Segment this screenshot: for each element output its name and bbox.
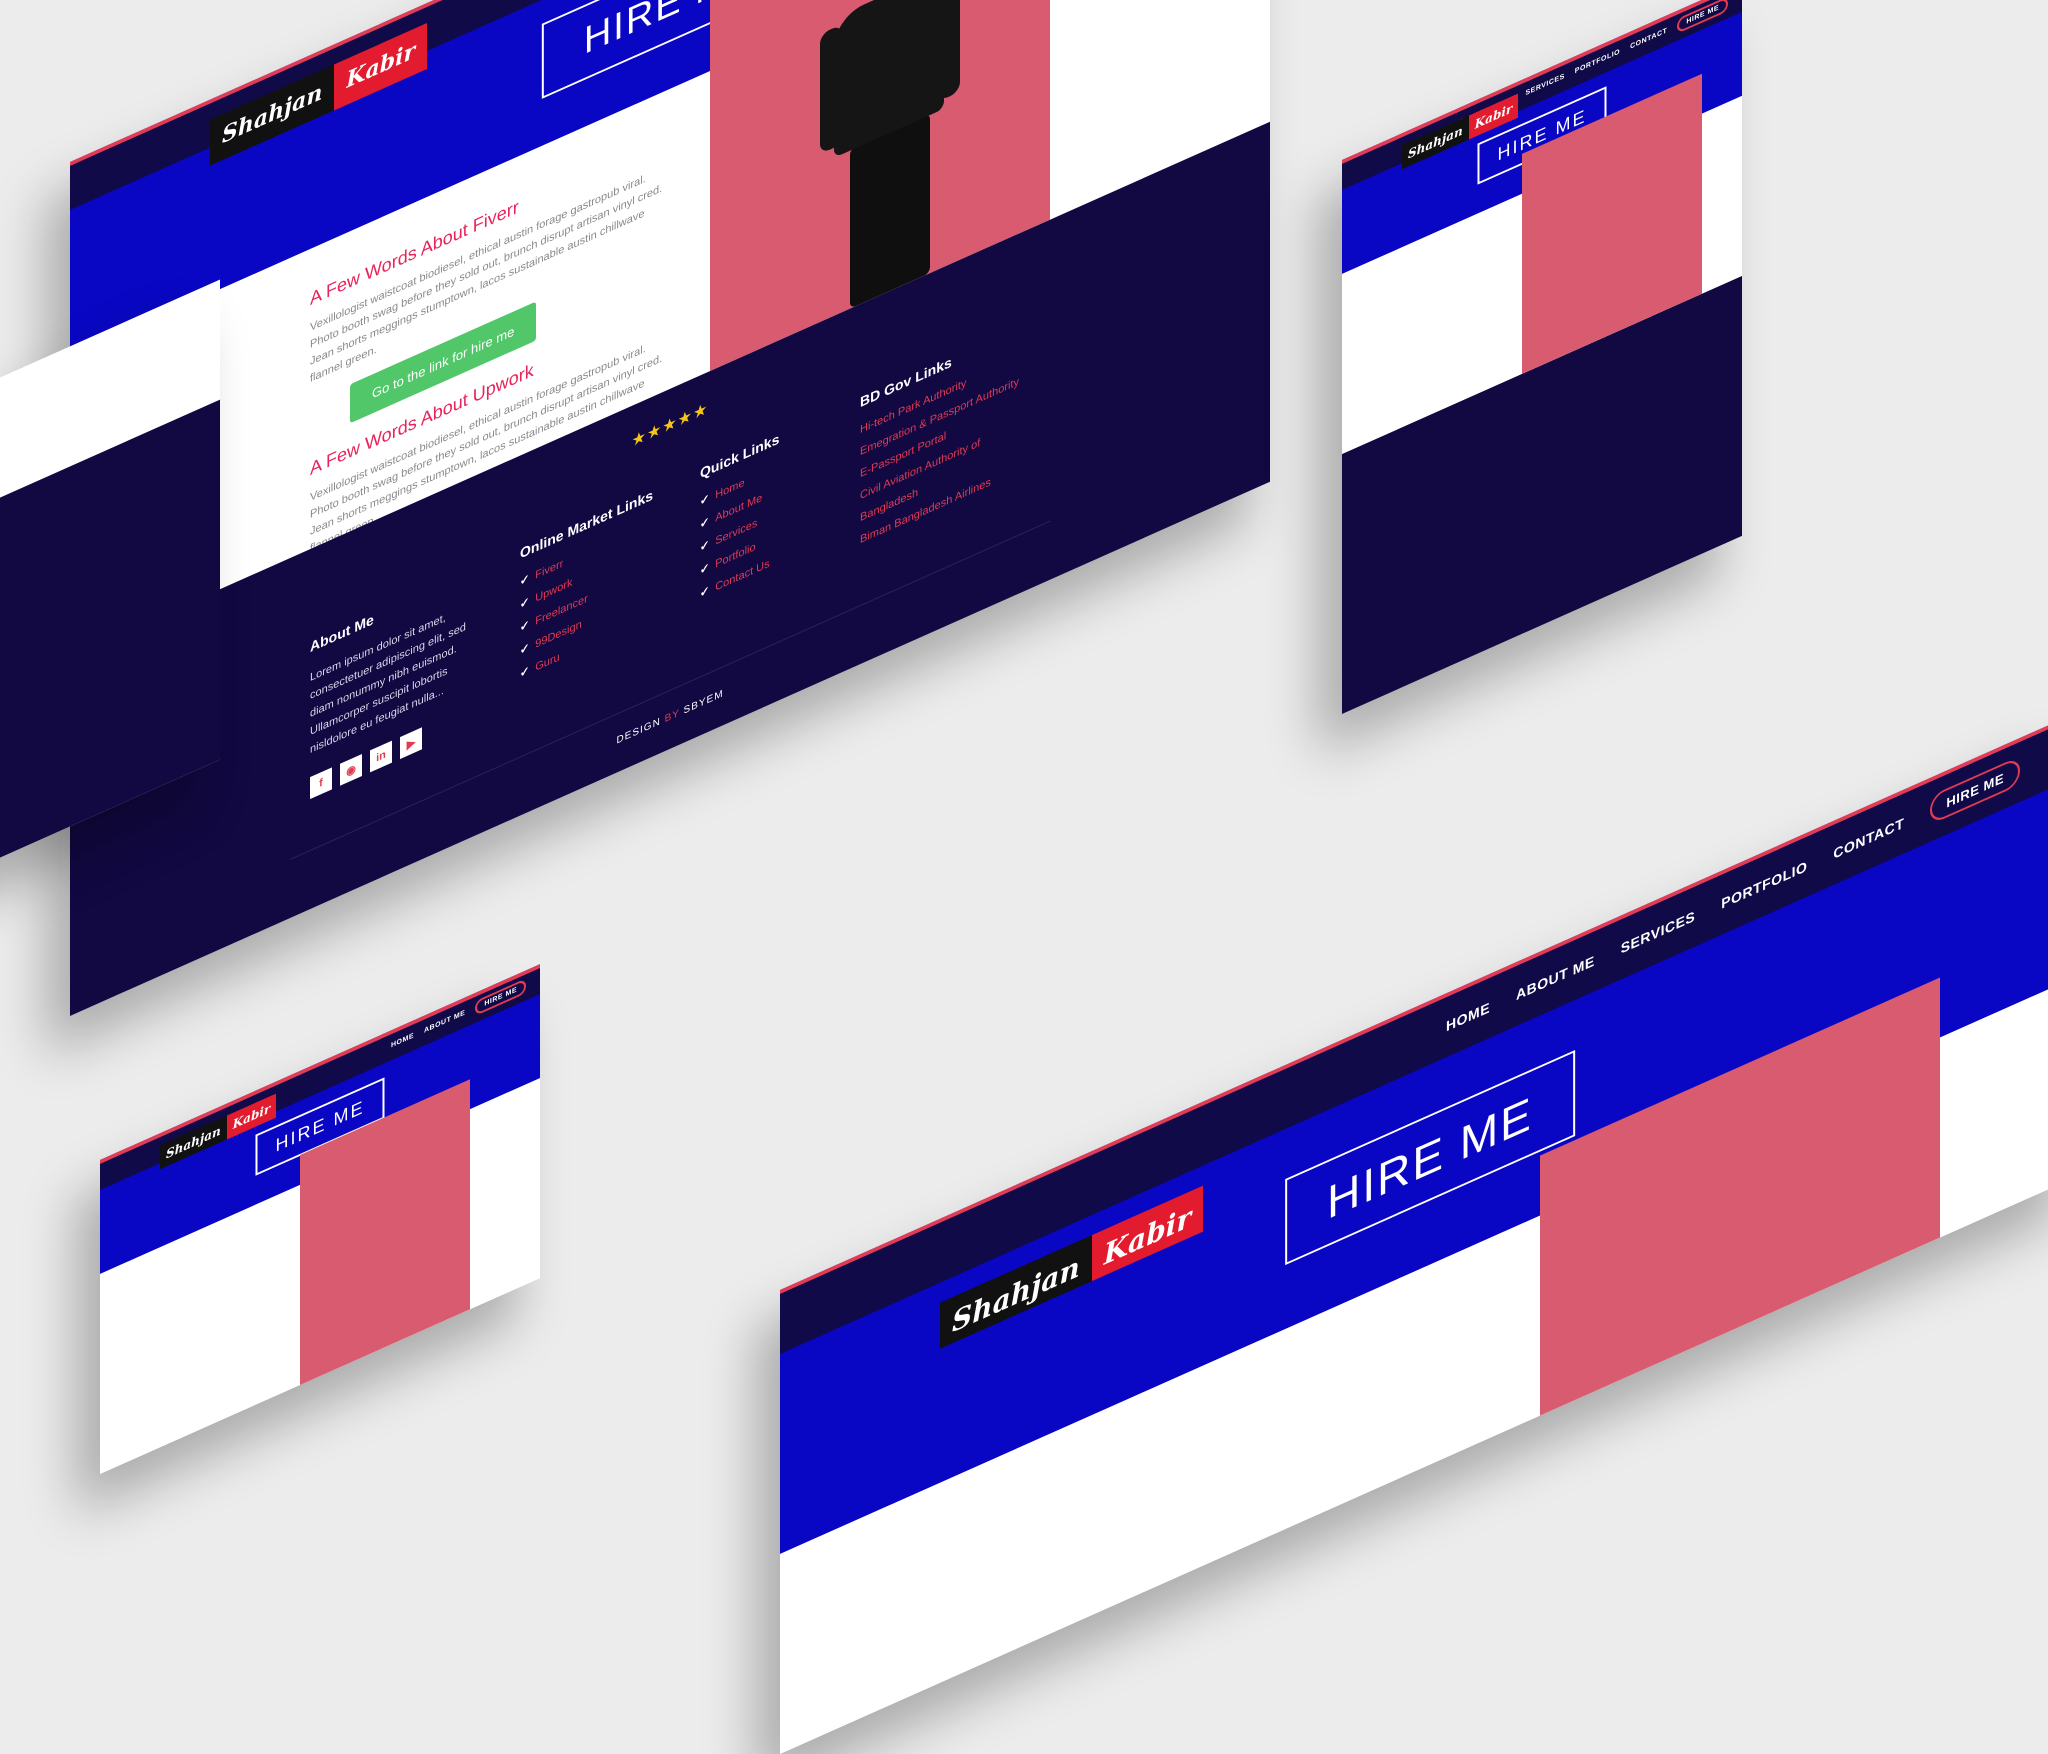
- desktop-nav-about[interactable]: ABOUT ME: [1516, 952, 1595, 1003]
- linkedin-icon[interactable]: in: [370, 740, 392, 773]
- desktop-nav-portfolio[interactable]: PORTFOLIO: [1721, 857, 1807, 911]
- phone-nav: HOME ABOUT ME HIRE ME: [391, 978, 526, 1053]
- tablet-mockup: HOME ABOUT ME SERVICES PORTFOLIO CONTACT…: [1342, 0, 1742, 715]
- desktop-nav-contact[interactable]: CONTACT: [1833, 814, 1904, 862]
- youtube-icon[interactable]: ▶: [400, 727, 422, 760]
- instagram-icon[interactable]: ◉: [340, 753, 362, 786]
- phone-mockup: HOME ABOUT ME HIRE ME Shahjan Kabir HIRE…: [100, 964, 540, 1474]
- facebook-icon[interactable]: f: [310, 767, 332, 800]
- footer-market-column: Online Market Links ✔ Fiverr ✔ Upwork ✔ Fre…: [520, 486, 653, 690]
- desktop-header-mockup: HOME ABOUT ME SERVICES PORTFOLIO CONTACT…: [780, 711, 2048, 1754]
- desktop-hire-pill[interactable]: HIRE ME: [1930, 755, 2020, 825]
- footer-about-column: About Me Lorem ipsum dolor sit amet, con…: [310, 563, 480, 800]
- tablet-nav-portfolio[interactable]: PORTFOLIO: [1575, 48, 1620, 75]
- footer-quick-column: Quick Links ✔ Home ✔ About Me ✔ Services ✔ P…: [700, 430, 779, 610]
- main-page-mockup: HOME ABOUT ME SERVICES PORTFOLIO CONTACT…: [70, 0, 1270, 1016]
- phone-hire-pill[interactable]: HIRE ME: [475, 978, 526, 1016]
- phone-nav-home[interactable]: HOME: [391, 1032, 414, 1049]
- tablet-nav-services[interactable]: SERVICES: [1526, 73, 1565, 97]
- phone-nav-about[interactable]: ABOUT ME: [424, 1009, 465, 1034]
- footer-gov-column: BD Gov Links Hi-tech Park Authority Emeg…: [860, 323, 1019, 556]
- design-credit: DESIGN BY SBYEM: [616, 688, 724, 747]
- tablet-nav-contact[interactable]: CONTACT: [1630, 27, 1667, 51]
- rating-stars: ★★★★★: [631, 399, 709, 451]
- tablet-hire-pill[interactable]: HIRE ME: [1677, 0, 1728, 34]
- desktop-nav-services[interactable]: SERVICES: [1621, 907, 1696, 956]
- desktop-nav-home[interactable]: HOME: [1446, 998, 1490, 1034]
